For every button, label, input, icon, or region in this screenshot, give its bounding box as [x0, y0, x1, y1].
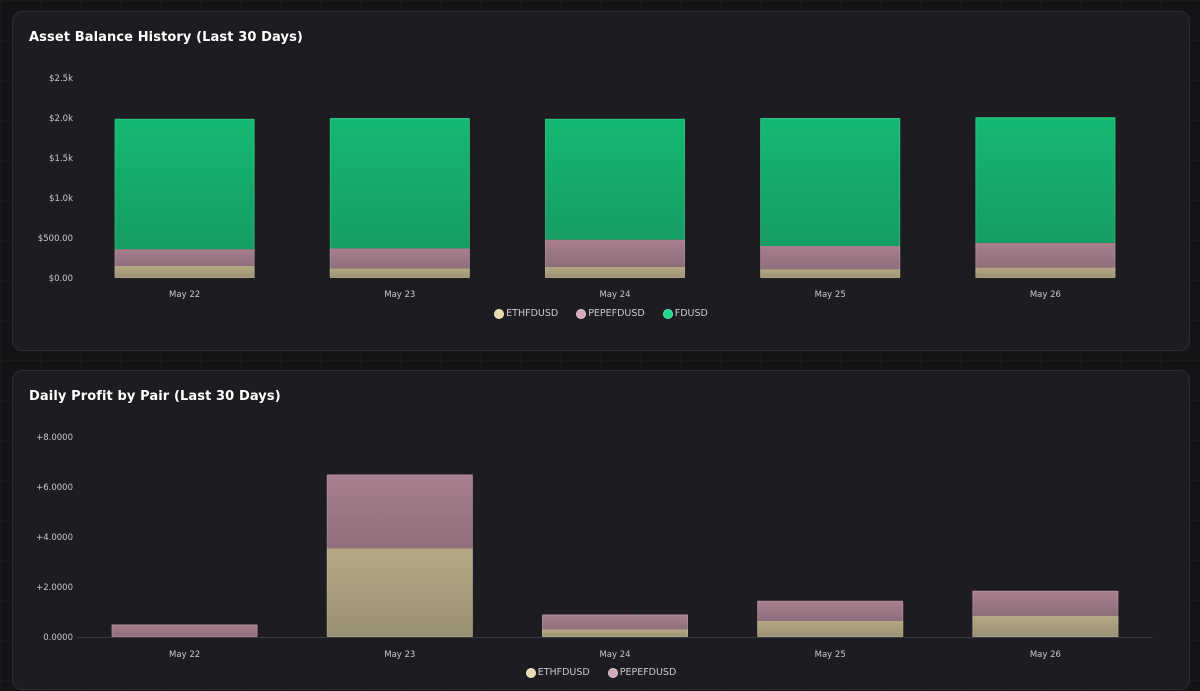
y-tick-label: $2.0k	[49, 114, 73, 124]
bar-ethfdusd-may-23[interactable]	[329, 268, 470, 278]
bar-ethfdusd-may-25[interactable]	[760, 269, 901, 278]
x-tick-label: May 24	[599, 650, 630, 660]
legend-item-fdusd[interactable]: FDUSD	[662, 308, 708, 319]
x-tick-label: May 25	[815, 650, 846, 660]
bar-pepefdusd-may-26[interactable]	[972, 590, 1119, 616]
x-tick-label: May 23	[384, 650, 415, 660]
asset-balance-legend: ETHFDUSD PEPEFDUSD FDUSD	[13, 308, 1189, 319]
bar-fdusd-may-23[interactable]	[329, 118, 470, 249]
legend-swatch-ethfdusd	[525, 667, 536, 678]
bar-ethfdusd-may-23[interactable]	[326, 548, 473, 637]
legend-item-pepefdusd[interactable]: PEPEFDUSD	[607, 667, 677, 678]
legend-swatch-ethfdusd	[494, 308, 505, 319]
bar-fdusd-may-25[interactable]	[760, 118, 901, 246]
legend-item-ethfdusd[interactable]: ETHFDUSD	[525, 667, 590, 678]
bar-group-may-23[interactable]	[326, 474, 473, 638]
bar-group-may-22[interactable]	[114, 118, 255, 278]
legend-swatch-pepefdusd	[607, 667, 618, 678]
legend-swatch-pepefdusd	[576, 308, 587, 319]
bar-ethfdusd-may-26[interactable]	[972, 615, 1119, 637]
y-tick-label: 0.0000	[43, 633, 73, 643]
bar-ethfdusd-may-24[interactable]	[545, 266, 685, 278]
bar-pepefdusd-may-22[interactable]	[114, 249, 255, 266]
bar-pepefdusd-may-25[interactable]	[757, 600, 904, 621]
legend-item-pepefdusd[interactable]: PEPEFDUSD	[576, 308, 645, 319]
y-tick-label: +2.0000	[36, 583, 73, 593]
bar-group-may-26[interactable]	[975, 117, 1116, 278]
x-tick-label: May 22	[169, 650, 200, 660]
legend-label: ETHFDUSD	[537, 667, 590, 678]
bar-pepefdusd-may-24[interactable]	[542, 614, 688, 630]
bar-pepefdusd-may-24[interactable]	[545, 239, 685, 267]
bar-group-may-25[interactable]	[760, 118, 901, 278]
y-tick-label: $1.5k	[49, 154, 73, 164]
bar-fdusd-may-26[interactable]	[975, 117, 1116, 243]
legend-item-ethfdusd[interactable]: ETHFDUSD	[494, 308, 558, 319]
bar-group-may-22[interactable]	[111, 624, 258, 638]
bar-group-may-23[interactable]	[329, 118, 470, 278]
daily-profit-chart: 0.0000 +2.0000 +4.0000 +6.0000 +8.0000 May 22…	[36, 433, 1153, 660]
x-tick-label: May 25	[815, 290, 846, 300]
x-tick-label: May 26	[1030, 290, 1061, 300]
x-tick-label: May 23	[384, 290, 415, 300]
x-tick-label: May 24	[599, 290, 630, 300]
bar-ethfdusd-may-24[interactable]	[542, 629, 688, 638]
y-tick-label: +8.0000	[36, 433, 73, 443]
bar-group-may-24[interactable]	[542, 614, 688, 638]
bar-fdusd-may-22[interactable]	[114, 118, 255, 250]
bar-group-may-25[interactable]	[757, 600, 904, 637]
y-tick-label: $1.0k	[49, 194, 73, 204]
x-tick-label: May 26	[1030, 650, 1061, 660]
bar-pepefdusd-may-26[interactable]	[975, 242, 1116, 268]
legend-label: ETHFDUSD	[506, 308, 559, 319]
bar-pepefdusd-may-23[interactable]	[326, 474, 473, 549]
bar-pepefdusd-may-23[interactable]	[329, 248, 470, 269]
legend-label: FDUSD	[674, 308, 708, 319]
daily-profit-card: Daily Profit by Pair (Last 30 Days) 0.00…	[12, 370, 1190, 690]
bar-ethfdusd-may-22[interactable]	[114, 266, 255, 278]
asset-balance-card: Asset Balance History (Last 30 Days) $0.…	[12, 11, 1190, 351]
asset-balance-chart: $0.00 $500.00 $1.0k $1.5k $2.0k $2.5k May 22 Ma…	[38, 74, 1116, 300]
y-tick-label: $500.00	[38, 234, 73, 244]
y-tick-label: $0.00	[49, 274, 73, 284]
legend-label: PEPEFDUSD	[588, 308, 645, 319]
bar-fdusd-may-24[interactable]	[545, 118, 685, 240]
bar-pepefdusd-may-22[interactable]	[111, 624, 258, 638]
daily-profit-legend: ETHFDUSD PEPEFDUSD	[13, 667, 1189, 678]
legend-swatch-fdusd	[662, 308, 673, 319]
y-tick-label: +6.0000	[36, 483, 73, 493]
y-tick-label: +4.0000	[36, 533, 73, 543]
bar-group-may-24[interactable]	[545, 118, 685, 278]
bar-ethfdusd-may-25[interactable]	[757, 620, 904, 637]
legend-label: PEPEFDUSD	[619, 667, 677, 678]
bar-pepefdusd-may-25[interactable]	[760, 246, 901, 270]
y-tick-label: $2.5k	[49, 74, 73, 84]
x-tick-label: May 22	[169, 290, 200, 300]
bar-ethfdusd-may-26[interactable]	[975, 267, 1116, 278]
bar-group-may-26[interactable]	[972, 590, 1119, 637]
